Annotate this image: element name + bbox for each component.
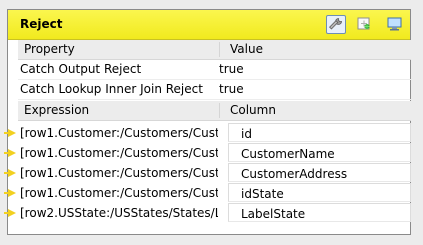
properties-header: Property Value (18, 40, 411, 60)
header-separator (219, 103, 220, 118)
header-separator (219, 42, 220, 57)
expression-column-header[interactable]: Expression (24, 103, 89, 117)
value-column-header[interactable]: Value (230, 42, 263, 56)
expression-row[interactable]: [row1.Customer:/Customers/Cust... idStat… (4, 183, 411, 203)
link-arrow-icon (4, 169, 16, 177)
add-icon (357, 17, 370, 30)
expression-cell[interactable]: [row1.Customer:/Customers/Cust... (20, 186, 218, 200)
expression-cell[interactable]: [row1.Customer:/Customers/Cust... (20, 126, 218, 140)
column-name: CustomerAddress (241, 167, 348, 181)
link-arrow-icon (4, 149, 16, 157)
column-cell[interactable]: LabelState (228, 203, 411, 222)
column-name: CustomerName (241, 147, 335, 161)
link-arrow-icon (4, 129, 16, 137)
expression-row[interactable]: [row1.Customer:/Customers/Cust... id (4, 123, 411, 143)
expression-row[interactable]: [row2.USState:/USStates/States/Labe Labe… (4, 203, 411, 223)
column-name: id (241, 127, 252, 141)
link-arrow-icon (4, 189, 16, 197)
reject-panel: Reject Property Value Catch Output Rejec… (4, 9, 411, 235)
property-name: Catch Lookup Inner Join Reject (20, 82, 203, 96)
column-cell[interactable]: id (228, 123, 411, 142)
property-value[interactable]: true (219, 82, 244, 96)
wrench-icon (329, 18, 342, 30)
column-name: idState (241, 187, 284, 201)
screen-button[interactable] (385, 15, 405, 34)
expressions-header: Expression Column (18, 101, 411, 121)
add-button[interactable] (355, 15, 375, 34)
expression-cell[interactable]: [row1.Customer:/Customers/Cust... (20, 146, 218, 160)
column-cell[interactable]: idState (228, 183, 411, 202)
property-name: Catch Output Reject (20, 62, 142, 76)
link-arrow-icon (4, 209, 16, 217)
column-column-header[interactable]: Column (230, 103, 276, 117)
panel-titlebar: Reject (8, 10, 410, 40)
panel-title: Reject (20, 17, 63, 31)
screen-icon (387, 17, 402, 31)
column-cell[interactable]: CustomerName (228, 143, 411, 162)
expression-cell[interactable]: [row2.USState:/USStates/States/Labe (20, 206, 218, 220)
property-column-header[interactable]: Property (24, 42, 75, 56)
expression-cell[interactable]: [row1.Customer:/Customers/Cust... (20, 166, 218, 180)
column-name: LabelState (241, 207, 306, 221)
property-row[interactable]: Catch Lookup Inner Join Reject true (18, 80, 411, 100)
wrench-button[interactable] (326, 15, 346, 34)
property-value[interactable]: true (219, 62, 244, 76)
column-cell[interactable]: CustomerAddress (228, 163, 411, 182)
property-row[interactable]: Catch Output Reject true (18, 60, 411, 80)
expression-row[interactable]: [row1.Customer:/Customers/Cust... Custom… (4, 143, 411, 163)
expression-row[interactable]: [row1.Customer:/Customers/Cust... Custom… (4, 163, 411, 183)
